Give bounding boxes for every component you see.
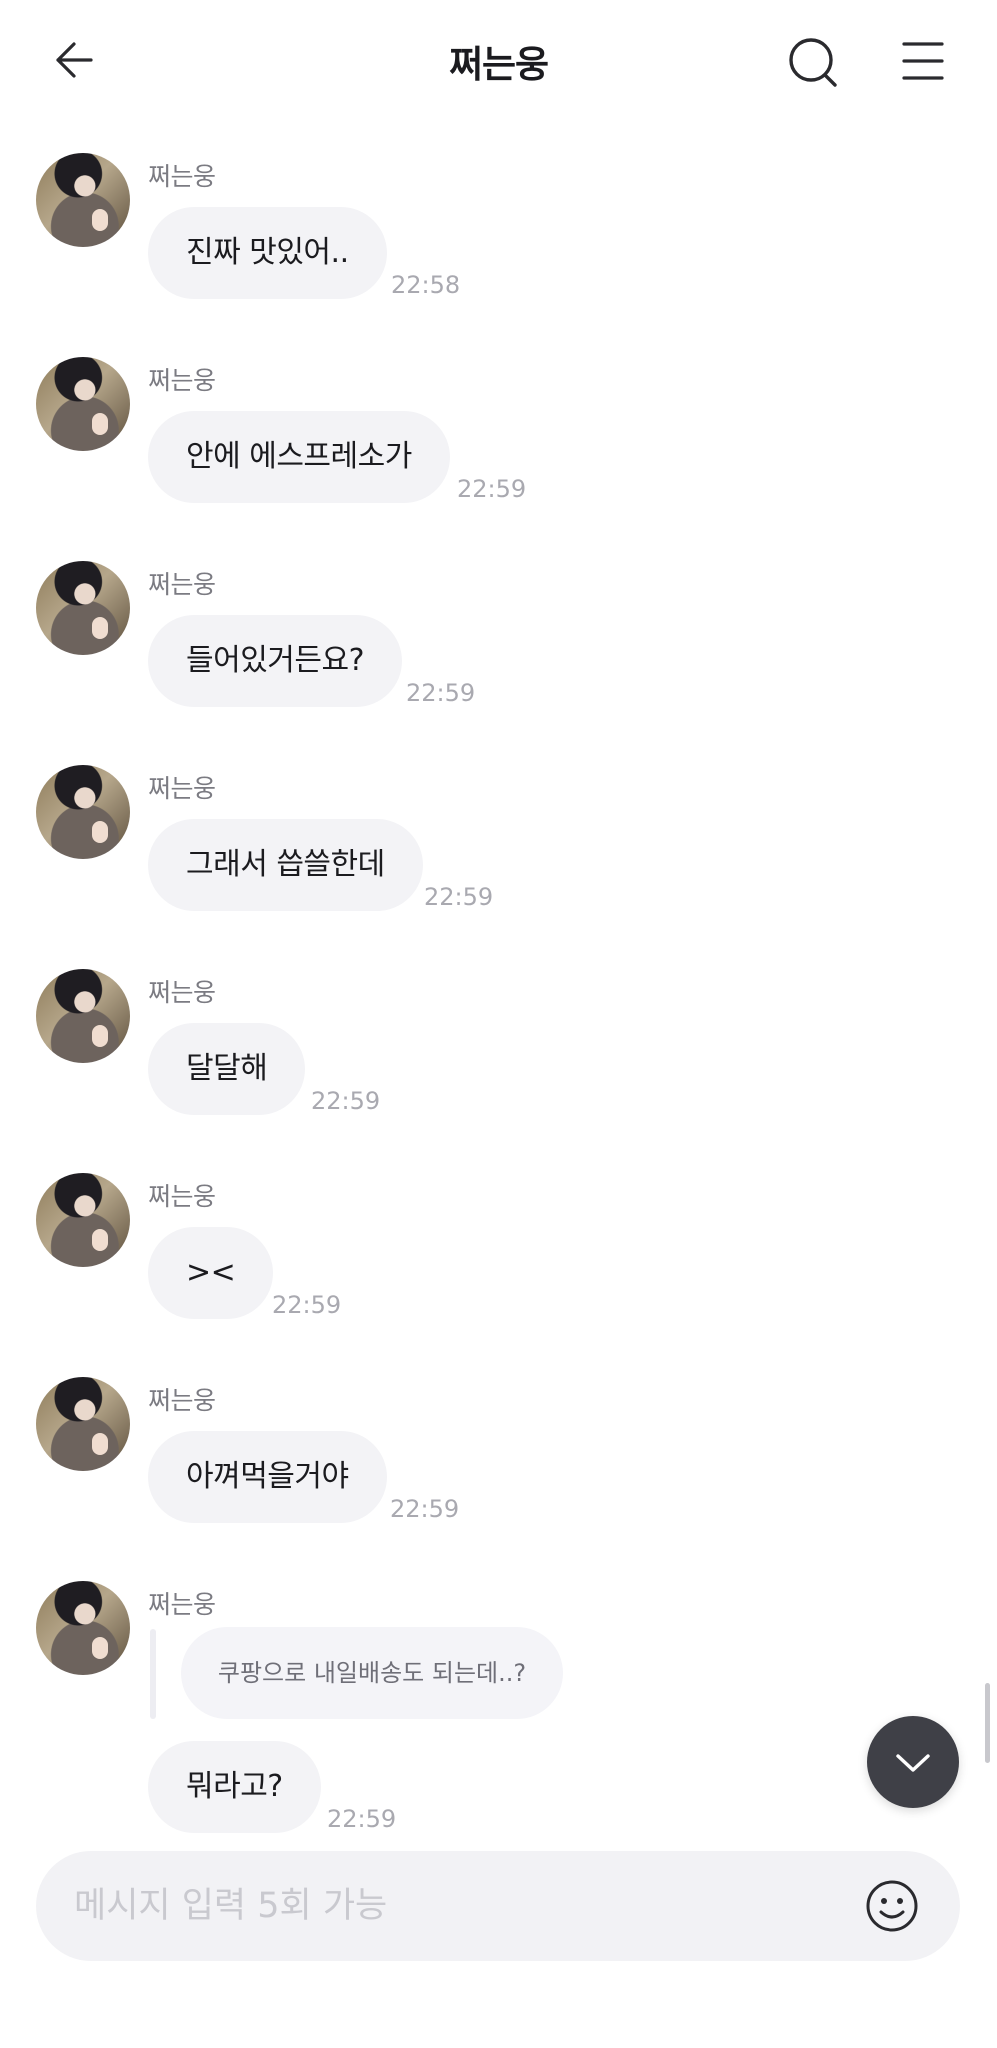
avatar-detail xyxy=(92,1637,108,1659)
avatar[interactable] xyxy=(36,561,130,655)
smiley-face-icon xyxy=(866,1880,918,1932)
avatar[interactable] xyxy=(36,765,130,859)
message-bubble[interactable]: 안에 에스프레소가 xyxy=(148,411,450,503)
message-time: 22:59 xyxy=(406,679,476,707)
sender-name: 쩌는웅 xyxy=(148,1386,216,1415)
scrollbar[interactable] xyxy=(985,1683,990,1763)
message-bubble[interactable]: 달달해 xyxy=(148,1023,306,1115)
scroll-to-bottom-button[interactable] xyxy=(867,1716,959,1808)
message-list[interactable]: 쩌는웅 진짜 맛있어.. 22:58 쩌는웅 안에 에스프레소가 22:59 쩌… xyxy=(0,0,997,1840)
message-composer xyxy=(36,1851,960,1961)
message-input[interactable] xyxy=(74,1851,854,1961)
message-bubble[interactable]: 진짜 맛있어.. xyxy=(148,207,387,299)
message-time: 22:59 xyxy=(311,1087,381,1115)
avatar-detail xyxy=(92,413,108,435)
avatar[interactable] xyxy=(36,1377,130,1471)
sender-name: 쩌는웅 xyxy=(148,162,216,191)
sender-name: 쩌는웅 xyxy=(148,774,216,803)
message-time: 22:59 xyxy=(457,475,527,503)
reply-quote-bubble[interactable]: 쿠팡으로 내일배송도 되는데..? xyxy=(181,1627,563,1719)
avatar-detail xyxy=(92,1229,108,1251)
avatar[interactable] xyxy=(36,1581,130,1675)
avatar[interactable] xyxy=(36,969,130,1063)
sender-name: 쩌는웅 xyxy=(148,1182,216,1211)
avatar[interactable] xyxy=(36,153,130,247)
reply-quote-bar xyxy=(150,1629,156,1719)
avatar[interactable] xyxy=(36,1173,130,1267)
message-bubble[interactable]: 아껴먹을거야 xyxy=(148,1431,387,1523)
sender-name: 쩌는웅 xyxy=(148,570,216,599)
message-bubble[interactable]: 그래서 씁쓸한데 xyxy=(148,819,423,911)
sender-name: 쩌는웅 xyxy=(148,366,216,395)
avatar-detail xyxy=(92,209,108,231)
message-time: 22:58 xyxy=(391,271,461,299)
message-time: 22:59 xyxy=(272,1291,342,1319)
avatar-detail xyxy=(92,1433,108,1455)
message-time: 22:59 xyxy=(424,883,494,911)
sender-name: 쩌는웅 xyxy=(148,978,216,1007)
sender-name: 쩌는웅 xyxy=(148,1590,216,1619)
message-time: 22:59 xyxy=(327,1805,397,1833)
avatar-detail xyxy=(92,821,108,843)
message-bubble[interactable]: 뭐라고? xyxy=(148,1741,321,1833)
emoji-button[interactable] xyxy=(865,1879,919,1933)
message-bubble[interactable]: >< xyxy=(148,1227,274,1319)
avatar-detail xyxy=(92,1025,108,1047)
message-time: 22:59 xyxy=(390,1495,460,1523)
avatar-detail xyxy=(92,617,108,639)
chevron-down-icon xyxy=(896,1754,930,1772)
avatar[interactable] xyxy=(36,357,130,451)
message-bubble[interactable]: 들어있거든요? xyxy=(148,615,403,707)
